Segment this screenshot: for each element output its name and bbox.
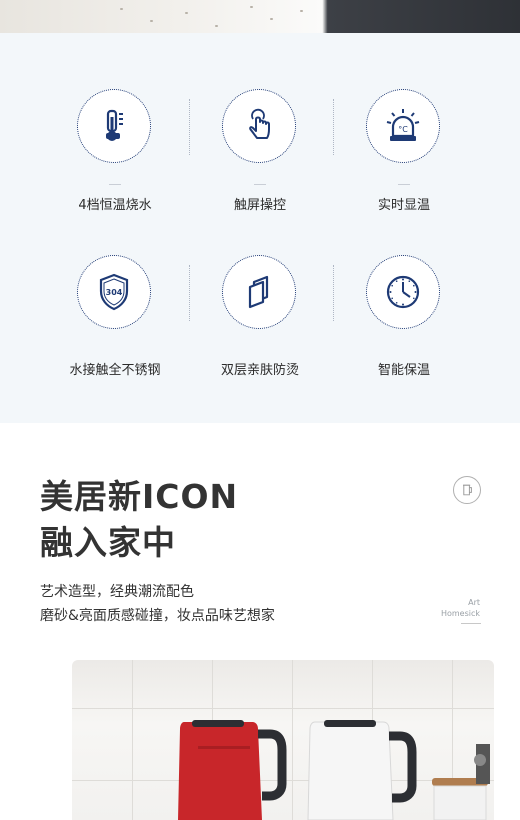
feature-item: 智能保温 [329,255,479,385]
description-line: 磨砂&亮面质感碰撞，妆点品味艺想家 [40,608,275,624]
product-photo [72,660,494,820]
top-photo-strip [0,0,520,33]
shield-304-icon: 304 [77,255,151,329]
red-kettle [178,720,287,820]
double-layer-icon [222,255,296,329]
feature-label: 实时显温 [377,198,430,213]
divider-line [461,623,481,624]
feature-item: 双层亲肤防烫 [185,255,335,385]
section-description: 艺术造型，经典潮流配色 磨砂&亮面质感碰撞，妆点品味艺想家 [40,580,275,628]
kettles-illustration [178,720,490,820]
thermometer-icon [77,89,151,163]
feature-item: 4档恒温烧水 [40,89,190,219]
description-line: 艺术造型，经典潮流配色 [40,584,194,600]
jar [432,778,488,820]
feature-label: 4档恒温烧水 [78,198,152,213]
feature-label: 水接触全不锈钢 [69,363,161,378]
brand-caption-line: Homesick [440,609,480,618]
divider-dash [109,184,121,185]
feature-item: 304 水接触全不锈钢 [40,255,190,385]
shield-304-text: 304 [106,288,123,297]
features-panel: 4档恒温烧水 触屏操控 °C 实时显温 304 水接触全不锈钢 双层亲肤防烫 智… [0,33,520,423]
section-title: 美居新ICON 融入家中 [40,474,238,566]
touch-hand-icon [222,89,296,163]
title-line: 美居新ICON [40,477,239,516]
title-line: 融入家中 [40,523,176,562]
grinder [474,744,490,784]
divider-dash [254,184,266,185]
feature-item: °C 实时显温 [329,89,479,219]
white-kettle [307,720,417,820]
feature-item: 触屏操控 [185,89,335,219]
brand-caption-line: Art [468,598,480,607]
brand-caption: Art Homesick [441,597,480,619]
feature-label: 智能保温 [377,363,430,378]
celsius-alarm-icon: °C [366,89,440,163]
divider-dash [398,184,410,185]
feature-label: 双层亲肤防烫 [220,363,299,378]
svg-text:°C: °C [398,125,408,134]
kettle-logo-icon [453,476,481,504]
feature-label: 触屏操控 [233,198,286,213]
clock-icon [366,255,440,329]
